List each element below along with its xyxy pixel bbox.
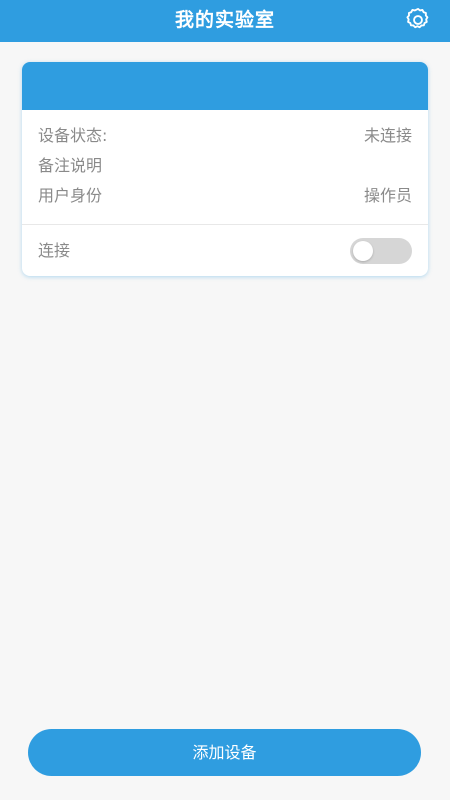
device-status-label: 设备状态:	[38, 126, 108, 145]
user-role-label: 用户身份	[38, 186, 103, 205]
gear-icon	[406, 7, 429, 29]
device-card: 设备状态: 未连接 备注说明 用户身份 操作员 连接	[22, 62, 428, 276]
toggle-knob	[353, 241, 373, 261]
user-role-value: 操作员	[363, 186, 412, 205]
connect-label: 连接	[38, 241, 71, 260]
app-header: 我的实验室	[0, 0, 450, 42]
card-divider	[22, 224, 428, 225]
device-card-header	[22, 62, 428, 110]
remark-row: 备注说明	[38, 154, 412, 178]
connect-toggle[interactable]	[350, 238, 412, 264]
device-status-row: 设备状态: 未连接	[38, 124, 412, 148]
device-status-value: 未连接	[363, 126, 412, 145]
remark-label: 备注说明	[38, 156, 103, 175]
settings-button[interactable]	[404, 6, 432, 34]
add-device-button[interactable]: 添加设备	[28, 729, 421, 776]
page-title: 我的实验室	[174, 9, 275, 31]
user-role-row: 用户身份 操作员	[38, 184, 412, 208]
connect-row: 连接	[38, 238, 412, 264]
